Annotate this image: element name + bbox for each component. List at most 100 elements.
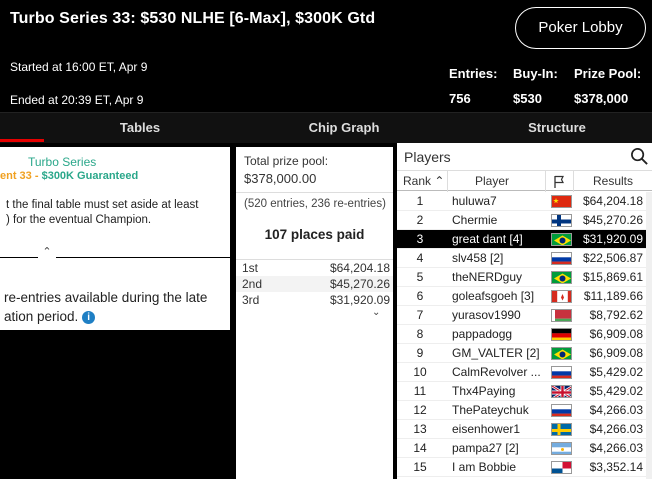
player-name: yurasov1990	[452, 308, 521, 322]
player-result: $3,352.14	[589, 460, 643, 474]
country-flag-icon	[551, 252, 572, 265]
player-name: ThePateychuk	[452, 403, 529, 417]
event-description: t the final table must set aside at leas…	[6, 199, 199, 226]
tab-tables[interactable]: Tables	[60, 113, 220, 144]
search-icon[interactable]	[630, 147, 649, 166]
start-time: Started at 16:00 ET, Apr 9	[10, 60, 148, 74]
payout-place: 1st	[242, 261, 259, 275]
player-name: CalmRevolver ...	[452, 365, 541, 379]
player-name: pappadogg	[452, 327, 513, 341]
player-name: slv458 [2]	[452, 251, 504, 265]
player-row[interactable]: 13 eisenhower1 $4,266.03	[397, 420, 652, 439]
flag-header-icon[interactable]	[553, 175, 565, 188]
player-rank: 11	[413, 384, 427, 398]
player-row[interactable]: 3 great dant [4] $31,920.09	[397, 230, 652, 249]
payout-row: 3rd $31,920.09	[242, 293, 390, 309]
event-name: ent 33 - $300K Guaranteed	[0, 170, 138, 182]
player-result: $4,266.03	[589, 441, 643, 455]
player-result: $4,266.03	[589, 403, 643, 417]
player-row[interactable]: 4 slv458 [2] $22,506.87	[397, 249, 652, 268]
player-name: pampa27 [2]	[452, 441, 519, 455]
player-row[interactable]: 2 Chermie $45,270.26	[397, 211, 652, 230]
series-name: Turbo Series	[28, 155, 97, 169]
prize-panel: Total prize pool: $378,000.00 (520 entri…	[236, 147, 393, 479]
divider	[236, 192, 393, 193]
player-rank: 14	[413, 441, 427, 455]
player-row[interactable]: 10 CalmRevolver ... $5,429.02	[397, 363, 652, 382]
country-flag-icon	[551, 461, 572, 474]
player-rank: 8	[416, 327, 424, 341]
player-result: $8,792.62	[589, 308, 643, 322]
player-header[interactable]: Player	[475, 174, 509, 188]
player-result: $4,266.03	[589, 422, 643, 436]
prize-pool-value: $378,000	[574, 91, 629, 106]
player-result: $6,909.08	[589, 346, 643, 360]
tab-structure[interactable]: Structure	[477, 113, 637, 144]
player-row[interactable]: 8 pappadogg $6,909.08	[397, 325, 652, 344]
player-row[interactable]: 7 yurasov1990 $8,792.62	[397, 306, 652, 325]
player-rank: 12	[413, 403, 427, 417]
entries-summary: (520 entries, 236 re-entries)	[244, 198, 386, 210]
country-flag-icon	[551, 423, 572, 436]
player-result: $5,429.02	[589, 384, 643, 398]
player-row[interactable]: 5 theNERDguy $15,869.61	[397, 268, 652, 287]
tournament-title: Turbo Series 33: $530 NLHE [6-Max], $300…	[10, 10, 376, 27]
player-name: GM_VALTER [2]	[452, 346, 540, 360]
player-row[interactable]: 1 huluwa7 $64,204.18	[397, 192, 652, 211]
country-flag-icon	[551, 309, 572, 322]
expand-chevron-icon[interactable]: ⌄	[372, 307, 380, 318]
player-rank: 5	[416, 270, 424, 284]
player-rank: 13	[413, 422, 427, 436]
prize-pool-amount: $378,000.00	[244, 171, 317, 186]
player-rank: 1	[416, 194, 424, 208]
player-result: $45,270.26	[582, 213, 643, 227]
player-rank: 3	[416, 232, 424, 246]
collapse-chevron-icon[interactable]: ⌃	[38, 246, 56, 258]
info-icon[interactable]: i	[82, 311, 96, 324]
country-flag-icon	[551, 404, 572, 417]
player-row[interactable]: 6 goleafsgoeh [3] $11,189.66	[397, 287, 652, 306]
player-name: goleafsgoeh [3]	[452, 289, 535, 303]
reentry-panel: re-entries available during the late ati…	[0, 258, 230, 330]
scrollbar[interactable]	[646, 192, 652, 479]
country-flag-icon	[551, 385, 572, 398]
player-name: huluwa7	[452, 194, 497, 208]
player-rank: 4	[416, 251, 424, 265]
country-flag-icon	[551, 233, 572, 246]
player-name: eisenhower1	[452, 422, 521, 436]
event-guarantee: $300K Guaranteed	[41, 170, 139, 182]
sort-up-icon: ⌃	[434, 174, 445, 188]
player-rank: 10	[413, 365, 427, 379]
payout-amount: $31,920.09	[329, 293, 390, 307]
player-row[interactable]: 12 ThePateychuk $4,266.03	[397, 401, 652, 420]
player-result: $15,869.61	[582, 270, 643, 284]
player-result: $6,909.08	[589, 327, 643, 341]
player-row[interactable]: 9 GM_VALTER [2] $6,909.08	[397, 344, 652, 363]
payout-amount: $64,204.18	[329, 261, 390, 275]
buyin-label: Buy-In:	[513, 66, 558, 81]
country-flag-icon	[551, 214, 572, 227]
payout-place: 3rd	[242, 293, 260, 307]
event-info-panel: Turbo Series ent 33 - $300K Guaranteed t…	[0, 147, 230, 257]
payout-place: 2nd	[242, 277, 263, 291]
payout-row: 2nd $45,270.26	[242, 277, 390, 293]
event-prefix: ent 33 -	[0, 170, 42, 182]
player-rank: 15	[413, 460, 427, 474]
poker-lobby-button[interactable]: Poker Lobby	[515, 7, 646, 49]
player-rank: 6	[416, 289, 424, 303]
player-result: $11,189.66	[583, 289, 643, 303]
entries-label: Entries:	[449, 66, 498, 81]
tournament-header: Turbo Series 33: $530 NLHE [6-Max], $300…	[0, 0, 652, 112]
player-row[interactable]: 15 I am Bobbie $3,352.14	[397, 458, 652, 477]
places-paid: 107 places paid	[264, 227, 365, 242]
player-rank: 2	[416, 213, 424, 227]
reentry-label: re-entries available during the late ati…	[4, 290, 208, 324]
player-row[interactable]: 11 Thx4Paying $5,429.02	[397, 382, 652, 401]
prize-pool-label: Total prize pool:	[244, 154, 329, 168]
rank-header-label: Rank	[403, 174, 432, 188]
tab-chip-graph[interactable]: Chip Graph	[264, 113, 424, 144]
rank-header[interactable]: Rank ⌃	[403, 174, 444, 188]
player-result: $64,204.18	[582, 194, 643, 208]
player-row[interactable]: 14 pampa27 [2] $4,266.03	[397, 439, 652, 458]
results-header[interactable]: Results	[593, 174, 633, 188]
